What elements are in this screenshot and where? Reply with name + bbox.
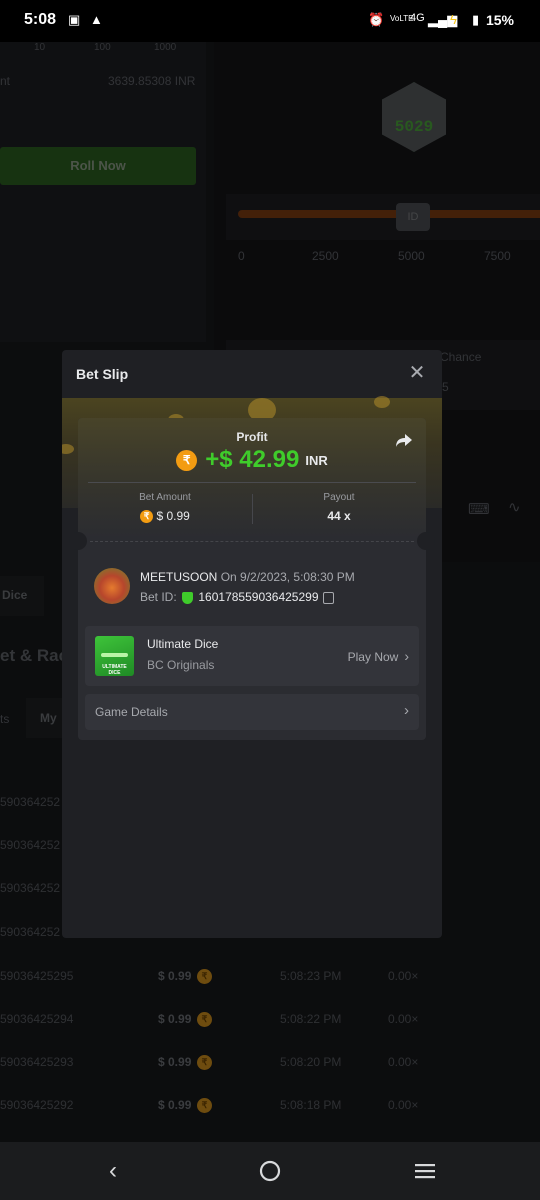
bet-amount-row: ₹ $ 0.99 (78, 509, 252, 524)
warning-icon: ▲ (90, 12, 103, 27)
ticket-notch-right (417, 532, 435, 550)
coin-decoration (62, 444, 74, 454)
bet-date: On 9/2/2023, 5:08:30 PM (220, 570, 355, 584)
game-thumb-text: ULTIMATE DICE (102, 664, 127, 676)
game-thumbnail: ULTIMATE DICE (95, 636, 134, 676)
payout-value: 44 x (327, 509, 351, 523)
payout-stat: Payout 44 x (252, 492, 426, 523)
status-bar: 5:08 ▣ ▲ ⏰ VoLTE 4G ▂▄▆ ϟ ▮ 15% (0, 0, 540, 42)
dashed-divider (90, 541, 414, 542)
chevron-right-icon: › (404, 648, 409, 664)
rupee-coin-icon: ₹ (140, 510, 154, 524)
profit-label: Profit (236, 430, 268, 444)
bet-id-line: Bet ID: 160178559036425299 (140, 590, 334, 604)
coin-decoration (374, 396, 390, 408)
ticket-notch-left (69, 532, 87, 550)
play-now-label: Play Now (347, 650, 399, 664)
game-name: Ultimate Dice (147, 637, 219, 651)
rupee-coin-icon: ₹ (176, 449, 198, 471)
battery-percent: 15% (485, 12, 514, 28)
chevron-right-icon: › (404, 702, 409, 719)
copy-icon[interactable] (322, 591, 334, 604)
game-details-row[interactable]: Game Details › (85, 694, 419, 730)
battery-saver-icon: ϟ (450, 12, 457, 27)
modal-title: Bet Slip (76, 366, 129, 382)
bet-id-label: Bet ID: (140, 590, 177, 604)
username[interactable]: MEETUSOON (140, 570, 217, 584)
verified-shield-icon (182, 591, 194, 604)
system-nav-bar: ‹ (0, 1142, 540, 1200)
bet-amount-value: $ 0.99 (156, 509, 190, 523)
share-icon[interactable] (394, 430, 414, 450)
battery-icon: ▮ (472, 12, 480, 27)
payout-label: Payout (323, 492, 355, 503)
user-info: MEETUSOON On 9/2/2023, 5:08:30 PM Bet ID… (94, 568, 414, 608)
bet-amount-stat: Bet Amount ₹ $ 0.99 (78, 492, 252, 524)
bet-card: Profit ₹ +$ 42.99 INR Bet Amount ₹ $ 0.99 … (69, 418, 435, 740)
close-icon[interactable]: ✕ (406, 362, 428, 384)
avatar[interactable] (94, 568, 130, 604)
game-row[interactable]: ULTIMATE DICE Ultimate Dice BC Originals… (85, 626, 419, 686)
bet-id-value: 160178559036425299 (198, 590, 319, 604)
play-now-button[interactable]: Play Now › (348, 648, 409, 664)
status-time: 5:08 (24, 11, 57, 28)
bet-slip-modal: Bet Slip ✕ Profit ₹ +$ 42.99 INR Bet Amoun… (62, 350, 442, 938)
back-icon[interactable]: ‹ (98, 1156, 128, 1186)
game-details-label: Game Details (95, 705, 168, 719)
user-line: MEETUSOON On 9/2/2023, 5:08:30 PM (140, 570, 355, 584)
profit-row: ₹ +$ 42.99 INR (78, 446, 426, 474)
alarm-icon: ⏰ (368, 12, 385, 27)
network-type-label: 4G (410, 12, 425, 24)
modal-header: Bet Slip ✕ (62, 350, 442, 398)
divider (88, 482, 416, 483)
game-provider: BC Originals (147, 658, 215, 672)
bet-amount-label: Bet Amount (139, 492, 191, 503)
home-icon[interactable] (255, 1156, 285, 1186)
profit-amount: +$ 42.99 (205, 446, 300, 473)
game-thumb-bar (101, 653, 128, 657)
menu-icon[interactable] (410, 1156, 440, 1186)
notification-icon: ▣ (68, 12, 81, 27)
profit-currency: INR (305, 452, 328, 468)
